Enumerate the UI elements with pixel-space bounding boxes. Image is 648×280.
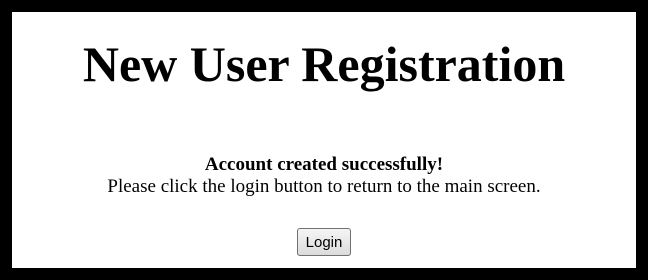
success-message: Account created successfully!: [204, 154, 444, 175]
confirmation-message: Account created successfully! Please cli…: [12, 154, 636, 198]
instruction-text: Please click the login button to return …: [107, 176, 541, 197]
page-title: New User Registration: [82, 36, 566, 92]
login-button[interactable]: Login: [296, 228, 352, 256]
registration-panel: New User Registration Account created su…: [12, 12, 636, 268]
